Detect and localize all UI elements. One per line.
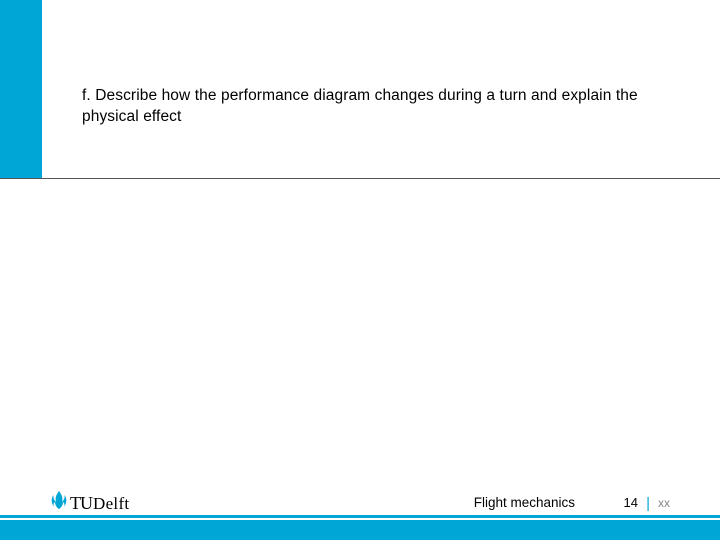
tudelft-logo: T U Delft: [50, 490, 129, 514]
footer-band: [0, 520, 720, 540]
logo-delft: Delft: [93, 494, 129, 514]
accent-stripe: [0, 0, 42, 178]
logo-text: T U Delft: [70, 493, 129, 514]
page-number: 14: [624, 495, 638, 510]
page-total: xx: [658, 496, 670, 510]
course-name: Flight mechanics: [474, 495, 575, 510]
footer-top-line: [0, 515, 720, 518]
header-divider: [0, 178, 720, 179]
logo-letter-u: U: [80, 493, 93, 514]
flame-icon: [50, 490, 68, 514]
question-text: f. Describe how the performance diagram …: [82, 86, 657, 128]
slide: f. Describe how the performance diagram …: [0, 0, 720, 540]
page-separator: |: [646, 495, 650, 512]
